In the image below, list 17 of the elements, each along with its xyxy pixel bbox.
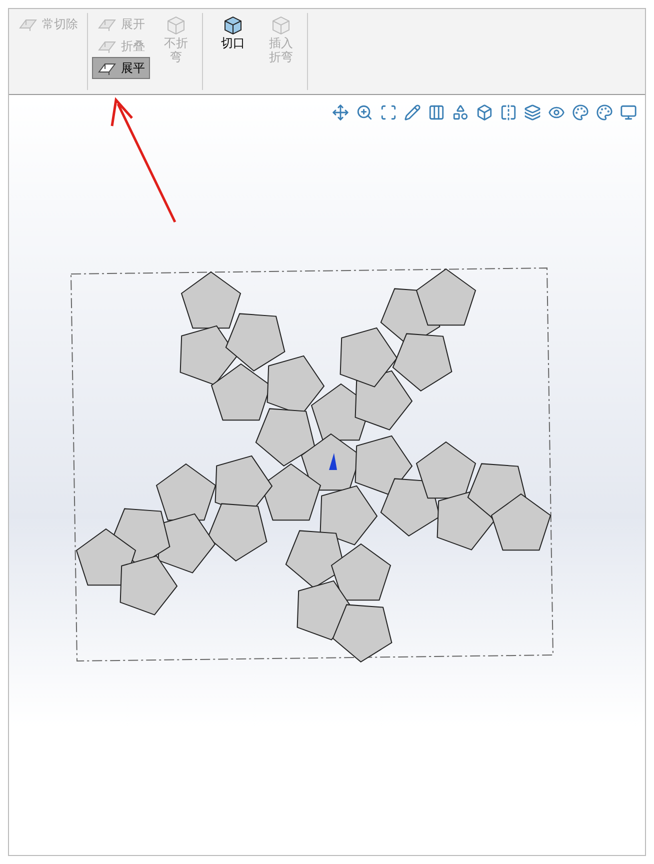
zoom-area-icon[interactable]	[380, 104, 397, 120]
cube-icon[interactable]	[476, 104, 493, 120]
monitor-icon[interactable]	[620, 104, 637, 120]
shapes-icon[interactable]	[452, 104, 469, 120]
zoom-icon[interactable]	[356, 104, 373, 120]
box-icon	[222, 14, 244, 36]
palette-icon[interactable]	[572, 104, 589, 120]
section-icon[interactable]	[428, 104, 445, 120]
pencil-icon[interactable]	[404, 104, 421, 120]
flip-icon[interactable]	[500, 104, 517, 120]
palette-icon[interactable]	[596, 104, 613, 120]
box-icon	[165, 14, 187, 36]
box-icon	[270, 14, 292, 36]
ribbon-button[interactable]: 切口	[211, 13, 255, 90]
ribbon-button[interactable]: 展平	[92, 57, 150, 79]
layers-icon[interactable]	[524, 104, 541, 120]
origin-icon	[329, 453, 337, 470]
